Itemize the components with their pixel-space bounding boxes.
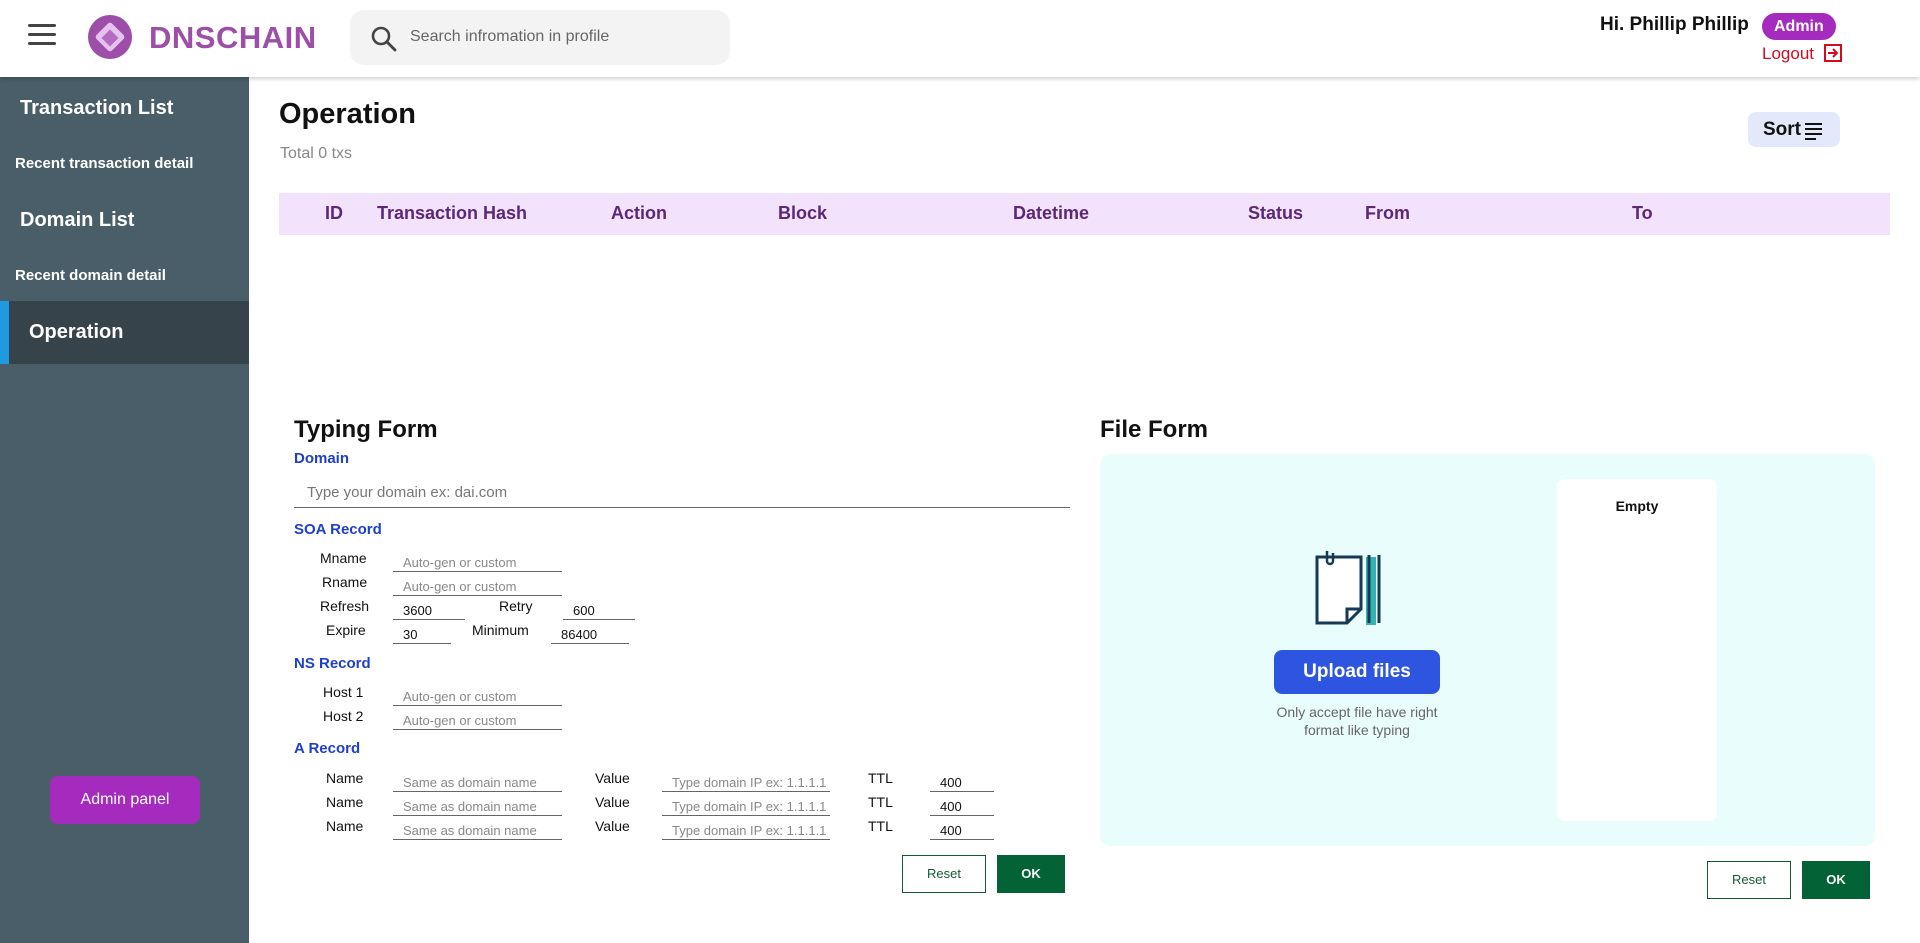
logout-icon — [1823, 44, 1842, 62]
a-ttl-label: TTL — [868, 770, 893, 786]
logout-label: Logout — [1762, 44, 1814, 63]
page-title: Operation — [279, 98, 416, 130]
rname-label: Rname — [322, 574, 368, 590]
a-name-label: Name — [326, 794, 364, 810]
sidebar-item-operation[interactable]: Operation — [0, 301, 249, 364]
a-value-label: Value — [595, 818, 630, 834]
a-value-label: Value — [595, 770, 630, 786]
a-value-input[interactable] — [662, 794, 830, 816]
minimum-label: Minimum — [472, 622, 529, 638]
a-name-input[interactable] — [393, 770, 562, 792]
a-ttl-input[interactable] — [930, 818, 994, 840]
search-icon — [371, 26, 397, 52]
brand-name: DNSCHAIN — [149, 20, 317, 55]
user-greeting: Hi. Phillip Phillip — [1600, 14, 1749, 35]
document-icon — [1315, 551, 1381, 625]
empty-label: Empty — [1615, 498, 1659, 514]
retry-input[interactable] — [563, 598, 635, 620]
file-drop-zone[interactable] — [1100, 454, 1875, 846]
sidebar-item-recent-transaction[interactable]: Recent transaction detail — [0, 155, 249, 172]
domain-label: Domain — [294, 450, 350, 467]
a-value-input[interactable] — [662, 770, 830, 792]
a-name-input[interactable] — [393, 794, 562, 816]
logout-link[interactable]: Logout — [1762, 43, 1843, 64]
upload-files-button[interactable]: Upload files — [1274, 650, 1440, 694]
typing-reset-button[interactable]: Reset — [902, 855, 986, 893]
brand-logo — [88, 15, 132, 59]
file-ok-button[interactable]: OK — [1802, 861, 1870, 899]
mname-input[interactable] — [393, 550, 562, 572]
upload-note: Only accept file have right format like … — [1276, 704, 1438, 738]
a-name-input[interactable] — [393, 818, 562, 840]
host1-label: Host 1 — [323, 684, 364, 700]
expire-label: Expire — [326, 622, 366, 638]
sidebar-item-recent-domain[interactable]: Recent domain detail — [0, 267, 249, 284]
column-header[interactable]: Status — [1248, 203, 1303, 224]
a-record-label: A Record — [294, 740, 361, 757]
sort-label: Sort — [1763, 119, 1801, 140]
refresh-label: Refresh — [320, 598, 370, 614]
file-reset-button[interactable]: Reset — [1707, 861, 1791, 899]
search-input[interactable] — [410, 24, 710, 50]
host2-label: Host 2 — [323, 708, 364, 724]
typing-form-title: Typing Form — [294, 416, 438, 443]
admin-panel-button[interactable]: Admin panel — [50, 776, 200, 824]
retry-label: Retry — [499, 598, 533, 614]
rname-input[interactable] — [393, 574, 562, 596]
column-header[interactable]: Transaction Hash — [377, 203, 527, 224]
typing-ok-button[interactable]: OK — [997, 855, 1065, 893]
menu-icon[interactable] — [28, 24, 56, 48]
sort-button[interactable]: Sort — [1748, 112, 1840, 147]
a-ttl-input[interactable] — [930, 770, 994, 792]
a-value-input[interactable] — [662, 818, 830, 840]
a-name-label: Name — [326, 818, 364, 834]
column-header[interactable]: Datetime — [1013, 203, 1089, 224]
file-list-panel: Empty — [1557, 479, 1717, 821]
sort-icon — [1805, 123, 1822, 143]
top-header: DNSCHAIN Hi. Phillip Phillip Admin Logou… — [0, 0, 1920, 77]
column-header[interactable]: Action — [611, 203, 667, 224]
soa-record-label: SOA Record — [294, 521, 382, 538]
column-header[interactable]: ID — [325, 203, 343, 224]
mname-label: Mname — [320, 550, 367, 566]
file-form-title: File Form — [1100, 416, 1209, 443]
a-value-label: Value — [595, 794, 630, 810]
a-name-label: Name — [326, 770, 364, 786]
domain-input[interactable] — [294, 478, 1070, 508]
a-ttl-label: TTL — [868, 818, 893, 834]
role-badge: Admin — [1762, 13, 1836, 40]
refresh-input[interactable] — [393, 598, 465, 620]
minimum-input[interactable] — [551, 622, 629, 644]
column-header[interactable]: Block — [778, 203, 827, 224]
table-header: ID Transaction Hash Action Block Datetim… — [279, 193, 1890, 235]
transaction-count: Total 0 txs — [280, 145, 353, 162]
search-bar[interactable] — [350, 10, 730, 65]
ns-record-label: NS Record — [294, 655, 371, 672]
host2-input[interactable] — [393, 708, 562, 730]
expire-input[interactable] — [393, 622, 451, 644]
a-ttl-label: TTL — [868, 794, 893, 810]
sidebar-item-transaction-list[interactable]: Transaction List — [0, 97, 249, 120]
sidebar-item-domain-list[interactable]: Domain List — [0, 209, 249, 232]
column-header[interactable]: To — [1632, 203, 1653, 224]
a-ttl-input[interactable] — [930, 794, 994, 816]
host1-input[interactable] — [393, 684, 562, 706]
column-header[interactable]: From — [1365, 203, 1410, 224]
